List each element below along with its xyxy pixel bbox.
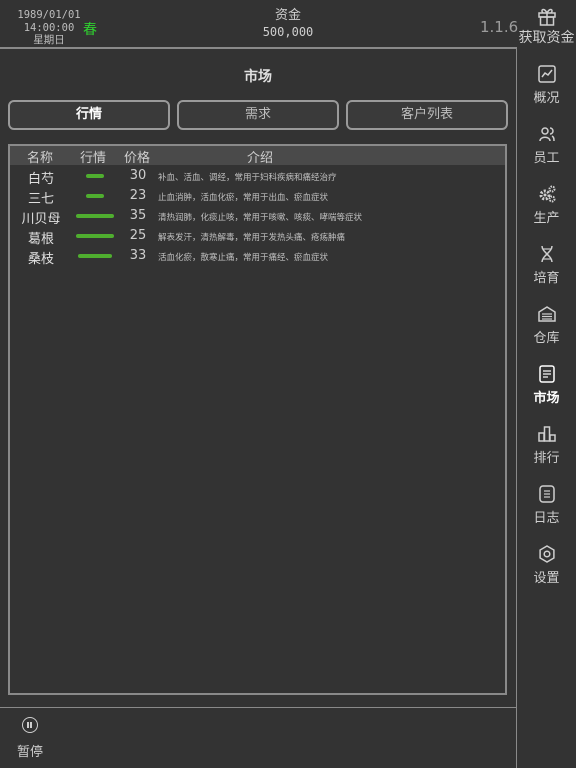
table-row[interactable]: 桑枝 33 活血化瘀，散寒止痛，常用于痛经、瘀血症状 (10, 246, 505, 267)
sidebar-item-label: 概况 (533, 91, 560, 106)
trend-bar (76, 214, 114, 218)
herb-description: 清热润肺，化痰止咳，常用于咳嗽、咳痰、哮喘等症状 (158, 213, 363, 223)
herb-price: 25 (129, 228, 147, 243)
market-icon (538, 365, 555, 383)
pause-icon[interactable] (22, 717, 38, 733)
pause-button-label[interactable]: 暂停 (17, 741, 43, 760)
sidebar-item-settings[interactable]: 设置 (517, 544, 576, 586)
trend-cell (73, 206, 117, 226)
header-divider (0, 47, 516, 49)
sidebar: 概况 员工 生产 培育 仓库 市场 排行 日志 设置 (517, 48, 576, 768)
table-row[interactable]: 葛根 25 解表发汗，清热解毒，常用于发热头痛、疮疡肿痛 (10, 226, 505, 247)
sidebar-item-label: 仓库 (533, 331, 560, 346)
chart-icon (537, 65, 556, 83)
sidebar-item-label: 市场 (533, 391, 560, 406)
sidebar-item-label: 设置 (533, 571, 560, 586)
trend-cell (73, 226, 117, 246)
trend-cell (73, 246, 117, 266)
herb-description: 止血消肿，活血化瘀，常用于出血、瘀血症状 (158, 193, 329, 203)
trend-bar (86, 174, 104, 178)
herb-name: 桑枝 (27, 252, 54, 267)
herb-name: 川贝母 (21, 212, 61, 227)
sidebar-item-label: 排行 (533, 451, 560, 466)
herb-price: 30 (129, 168, 147, 183)
herb-name: 三七 (27, 192, 54, 207)
dna-icon (540, 245, 553, 263)
sidebar-item-breeding[interactable]: 培育 (517, 244, 576, 286)
table-row[interactable]: 川贝母 35 清热润肺，化痰止咳，常用于咳嗽、咳痰、哮喘等症状 (10, 206, 505, 227)
season-indicator: 春 (83, 22, 97, 38)
trend-cell (73, 186, 117, 206)
settings-icon (538, 545, 555, 563)
herb-description: 补血、活血、调经，常用于妇科疾病和痛经治疗 (158, 173, 337, 183)
trend-bar (78, 254, 112, 258)
ranking-icon (537, 426, 556, 442)
sidebar-item-log[interactable]: 日志 (517, 484, 576, 526)
date-text: 1989/01/01 (17, 9, 81, 21)
herb-price: 33 (129, 248, 147, 263)
sidebar-item-ranking[interactable]: 排行 (517, 424, 576, 466)
page-title: 市场 (244, 69, 272, 85)
version-label: 1.1.6 (480, 18, 519, 36)
time-text: 14:00:00 (23, 21, 75, 34)
tab-quotes[interactable]: 行情 (8, 100, 170, 130)
warehouse-icon (537, 306, 556, 322)
sidebar-item-staff[interactable]: 员工 (517, 124, 576, 166)
sidebar-item-warehouse[interactable]: 仓库 (517, 304, 576, 346)
tab-customer-list[interactable]: 客户列表 (346, 100, 508, 130)
trend-cell (73, 166, 117, 186)
column-header-price: 价格 (124, 151, 151, 166)
date-time-display: 1989/01/01 14:00:00 星期日 (14, 9, 84, 47)
column-header-name: 名称 (27, 151, 54, 166)
weekday-text: 星期日 (33, 34, 65, 46)
table-row[interactable]: 三七 23 止血消肿，活血化瘀，常用于出血、瘀血症状 (10, 186, 505, 207)
footer-divider (0, 707, 516, 708)
get-funds-label: 获取资金 (518, 30, 575, 46)
gift-icon (537, 8, 556, 26)
funds-label: 资金 (274, 8, 301, 23)
table-row[interactable]: 白芍 30 补血、活血、调经，常用于妇科疾病和痛经治疗 (10, 166, 505, 187)
column-header-intro: 介绍 (247, 151, 274, 166)
column-header-trend: 行情 (80, 151, 107, 166)
log-icon (538, 485, 555, 503)
sidebar-item-production[interactable]: 生产 (517, 184, 576, 226)
herb-description: 解表发汗，清热解毒，常用于发热头痛、疮疡肿痛 (158, 233, 346, 243)
sidebar-item-market[interactable]: 市场 (517, 364, 576, 406)
get-funds-button[interactable]: 获取资金 (517, 6, 576, 47)
trend-bar (76, 234, 114, 238)
herb-name: 白芍 (27, 172, 54, 187)
gears-icon (539, 185, 555, 203)
sidebar-item-label: 培育 (533, 271, 560, 286)
herb-price: 35 (129, 208, 147, 223)
people-icon (538, 127, 555, 142)
funds-display: 资金 500,000 (228, 8, 348, 40)
sidebar-item-label: 员工 (533, 151, 560, 166)
funds-value: 500,000 (262, 25, 314, 39)
herb-name: 葛根 (27, 232, 54, 247)
sidebar-item-label: 日志 (533, 511, 560, 526)
herb-price: 23 (129, 188, 147, 203)
sidebar-item-overview[interactable]: 概况 (517, 64, 576, 106)
herb-description: 活血化瘀，散寒止痛，常用于痛经、瘀血症状 (158, 253, 329, 263)
table-header: 名称 行情 价格 介绍 (10, 146, 505, 166)
trend-bar (86, 194, 104, 198)
sidebar-item-label: 生产 (533, 211, 560, 226)
tab-demand[interactable]: 需求 (177, 100, 339, 130)
